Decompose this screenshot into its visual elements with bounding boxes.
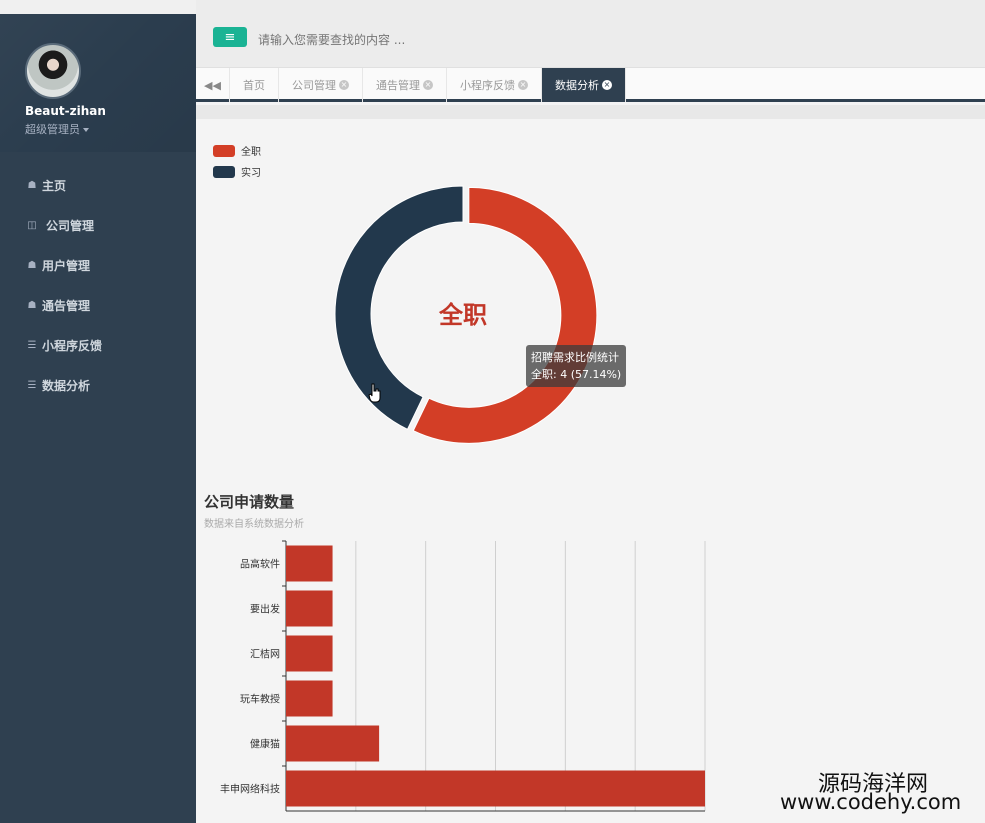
tab-notices[interactable]: 通告管理 × <box>363 68 447 102</box>
bar[interactable] <box>286 635 333 672</box>
tab-home[interactable]: 首页 <box>230 68 279 102</box>
list-icon: ☰ <box>27 339 37 351</box>
bar-chart-title: 公司申请数量 <box>204 493 295 511</box>
columns-icon: ◫ <box>27 219 37 231</box>
tab-scroll-left-button[interactable]: ◀◀ <box>196 68 230 102</box>
legend-label: 全职 <box>241 147 261 158</box>
sidebar-item-label: 通告管理 <box>42 298 91 313</box>
profile-role-dropdown[interactable]: 超级管理员 <box>25 121 89 137</box>
bar[interactable] <box>286 590 333 627</box>
sidebar-item-label: 公司管理 <box>46 218 95 233</box>
close-icon[interactable]: × <box>339 80 349 90</box>
legend-swatch <box>213 165 235 178</box>
list-icon: ☰ <box>27 379 37 391</box>
tab-company[interactable]: 公司管理 × <box>279 68 363 102</box>
hamburger-icon: ≡ <box>224 29 236 45</box>
chart-tooltip: 招聘需求比例统计 全职: 4 (57.14%) <box>526 345 627 387</box>
sidebar-item-label: 小程序反馈 <box>42 338 103 353</box>
profile-panel: Beaut-zihan 超级管理员 <box>0 14 196 152</box>
avatar[interactable] <box>25 43 81 99</box>
sidebar-item-analytics[interactable]: ☰ 数据分析 <box>0 365 196 405</box>
sidebar-item-company[interactable]: ◫ 公司管理 <box>0 205 196 245</box>
profile-role-label: 超级管理员 <box>25 123 80 136</box>
tab-label: 小程序反馈 <box>460 79 515 92</box>
y-tick-label: 健康猫 <box>250 738 280 751</box>
bar[interactable] <box>286 770 705 807</box>
sidebar-item-users[interactable]: ☗ 用户管理 <box>0 245 196 285</box>
caret-down-icon <box>83 128 89 132</box>
tab-label: 首页 <box>243 79 265 92</box>
sidebar-item-label: 用户管理 <box>42 258 91 273</box>
y-tick-label: 要出发 <box>250 603 280 616</box>
sidebar-item-notices[interactable]: ☗ 通告管理 <box>0 285 196 325</box>
donut-chart: 全职 <box>334 185 598 444</box>
search-input[interactable] <box>258 29 618 51</box>
tab-label: 通告管理 <box>376 79 420 92</box>
bar[interactable] <box>286 545 333 582</box>
close-icon[interactable]: × <box>518 80 528 90</box>
hand-cursor-icon <box>368 383 381 403</box>
tab-feedback[interactable]: 小程序反馈 × <box>447 68 542 102</box>
tab-analytics[interactable]: 数据分析 × <box>542 68 626 102</box>
legend-item-fulltime[interactable]: 全职 <box>213 140 261 161</box>
y-tick-label: 玩车教授 <box>240 693 280 706</box>
legend-item-intern[interactable]: 实习 <box>213 161 261 182</box>
sidebar-top-strip <box>0 0 196 14</box>
bar[interactable] <box>286 680 333 717</box>
sidebar-item-label: 数据分析 <box>42 378 91 393</box>
main-content: 全职 全职 实习 招聘需求比例统计 全职: 4 (57.14%) 公司申请数量 … <box>196 119 985 823</box>
sidebar: Beaut-zihan 超级管理员 ☗ 主页 ◫ 公司管理 ☗ 用户管理 ☗ 通… <box>0 0 196 823</box>
legend-label: 实习 <box>241 168 261 179</box>
tooltip-text: 全职: 4 (57.14%) <box>531 368 622 381</box>
tab-label: 数据分析 <box>555 79 599 92</box>
tab-bar: ◀◀ 首页 公司管理 × 通告管理 × 小程序反馈 × 数据分析 × <box>196 68 985 102</box>
tooltip-title: 招聘需求比例统计 <box>531 351 619 364</box>
home-icon: ☗ <box>27 179 37 191</box>
close-icon[interactable]: × <box>602 80 612 90</box>
profile-name: Beaut-zihan <box>25 104 106 118</box>
sidebar-nav: ☗ 主页 ◫ 公司管理 ☗ 用户管理 ☗ 通告管理 ☰ 小程序反馈 ☰ 数据分析 <box>0 165 196 405</box>
sidebar-item-feedback[interactable]: ☰ 小程序反馈 <box>0 325 196 365</box>
bar[interactable] <box>286 725 380 762</box>
top-bar: ≡ <box>196 0 985 68</box>
y-tick-label: 丰申网络科技 <box>220 783 280 796</box>
double-chevron-left-icon: ◀◀ <box>204 78 221 92</box>
tab-separator <box>196 105 985 119</box>
watermark-url: www.codehy.com <box>780 790 962 814</box>
close-icon[interactable]: × <box>423 80 433 90</box>
sidebar-item-home[interactable]: ☗ 主页 <box>0 165 196 205</box>
bar-chart-subtitle: 数据来自系统数据分析 <box>204 519 304 530</box>
sidebar-item-label: 主页 <box>42 178 67 193</box>
y-tick-label: 品高软件 <box>240 558 280 571</box>
donut-center-label: 全职 <box>438 301 487 329</box>
y-tick-label: 汇桔网 <box>250 648 280 661</box>
tab-label: 公司管理 <box>292 79 336 92</box>
menu-toggle-button[interactable]: ≡ <box>213 27 247 47</box>
donut-legend: 全职 实习 <box>213 140 261 182</box>
home-icon: ☗ <box>27 259 37 271</box>
legend-swatch <box>213 144 235 157</box>
tabs: 首页 公司管理 × 通告管理 × 小程序反馈 × 数据分析 × <box>230 68 626 102</box>
home-icon: ☗ <box>27 299 37 311</box>
